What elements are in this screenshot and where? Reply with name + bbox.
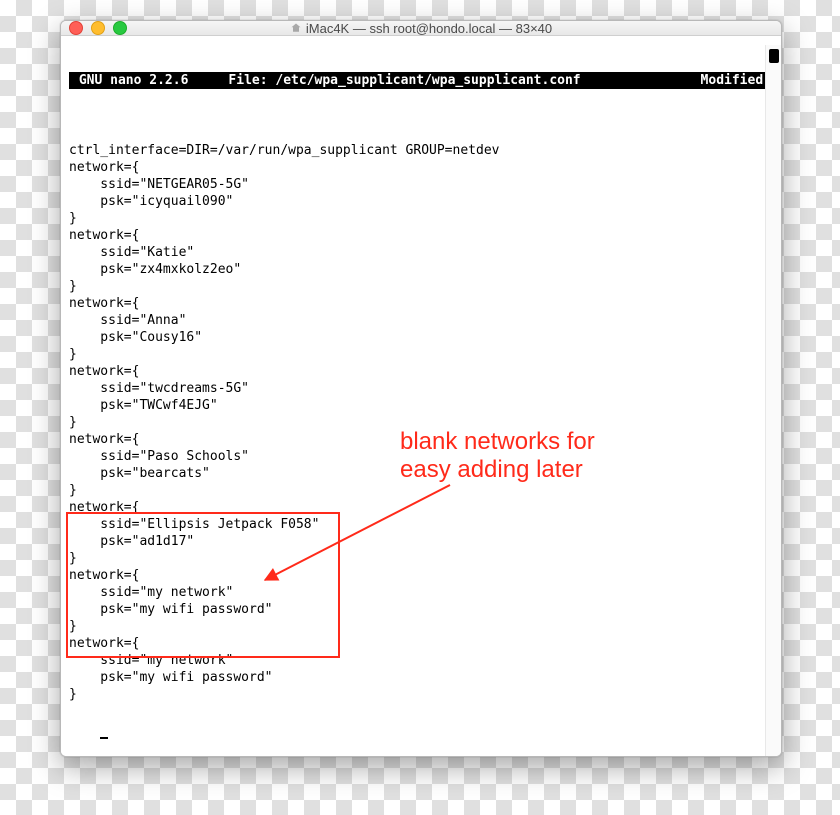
- terminal-content[interactable]: GNU nano 2.2.6 File: /etc/wpa_supplicant…: [61, 36, 781, 757]
- close-icon[interactable]: [69, 21, 83, 35]
- terminal-window: iMac4K — ssh root@hondo.local — 83×40 GN…: [60, 20, 782, 757]
- scrollbar[interactable]: [765, 45, 781, 756]
- nano-status-bar: GNU nano 2.2.6 File: /etc/wpa_supplicant…: [69, 72, 773, 89]
- minimize-icon[interactable]: [91, 21, 105, 35]
- nano-app-name: GNU nano: [79, 73, 142, 88]
- nano-modified-status: Modified: [701, 73, 764, 88]
- text-cursor: [100, 724, 108, 739]
- editor-body[interactable]: ctrl_interface=DIR=/var/run/wpa_supplica…: [69, 123, 773, 705]
- nano-file-path: /etc/wpa_supplicant/wpa_supplicant.conf: [275, 73, 580, 88]
- window-title-text: iMac4K — ssh root@hondo.local — 83×40: [306, 21, 552, 36]
- traffic-lights: [69, 21, 127, 35]
- nano-file-label: File:: [228, 73, 267, 88]
- scroll-thumb[interactable]: [769, 49, 779, 63]
- window-title: iMac4K — ssh root@hondo.local — 83×40: [61, 21, 781, 36]
- titlebar[interactable]: iMac4K — ssh root@hondo.local — 83×40: [61, 21, 781, 36]
- home-icon: [290, 22, 302, 34]
- nano-version: 2.2.6: [149, 73, 188, 88]
- zoom-icon[interactable]: [113, 21, 127, 35]
